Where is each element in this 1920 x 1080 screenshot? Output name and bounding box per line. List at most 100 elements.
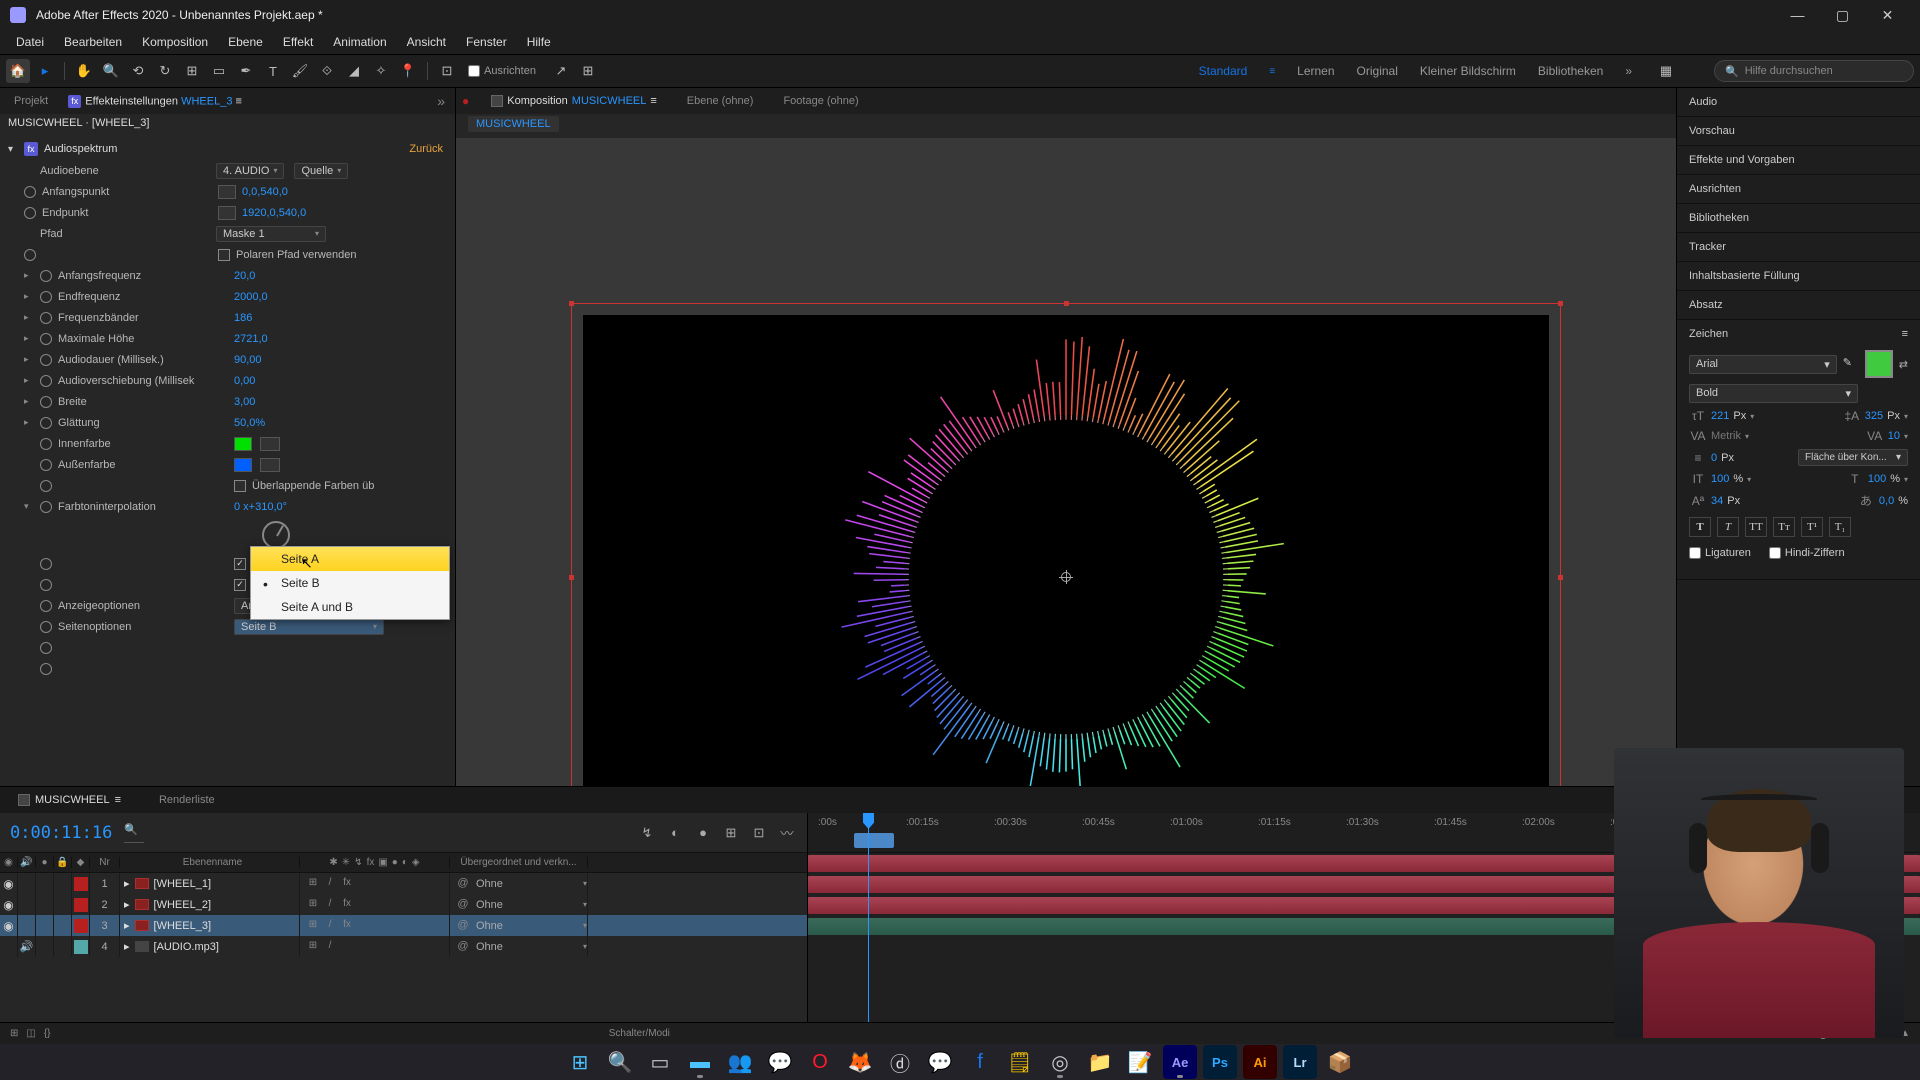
motion-blur-icon[interactable]: ● [693, 823, 713, 843]
col-parent[interactable]: Übergeordnet und verkn... [450, 857, 588, 868]
minimize-button[interactable]: — [1775, 7, 1820, 23]
lightroom-icon[interactable]: Lr [1283, 1045, 1317, 1079]
col-solo-icon[interactable]: ● [36, 857, 54, 868]
eraser-tool[interactable]: ◢ [342, 59, 366, 83]
playhead[interactable] [868, 813, 869, 1022]
panel-effekte[interactable]: Effekte und Vorgaben [1677, 146, 1920, 175]
lock-icon[interactable]: ● [462, 94, 469, 108]
maxheight-value[interactable]: 2721,0 [234, 333, 268, 345]
tracking-value[interactable]: 10 [1888, 430, 1900, 442]
stopwatch-extra1[interactable] [40, 642, 52, 654]
task-view-button[interactable]: ▭ [643, 1045, 677, 1079]
stopwatch-startfreq[interactable] [40, 270, 52, 282]
workspace-lernen[interactable]: Lernen [1297, 64, 1334, 78]
col-eye-icon[interactable]: ◉ [0, 857, 18, 868]
stopwatch-maxheight[interactable] [40, 333, 52, 345]
stroke-value[interactable]: 0 [1711, 452, 1717, 464]
stopwatch-audiooffset[interactable] [40, 375, 52, 387]
startpoint-value[interactable]: 0,0,540,0 [242, 186, 288, 198]
tab-effect-controls[interactable]: fxEffekteinstellungen WHEEL_3 ≡ [58, 91, 252, 112]
parent-dropdown[interactable]: Ohne [476, 878, 503, 890]
stopwatch-hue[interactable] [40, 501, 52, 513]
stopwatch-startpoint[interactable] [24, 186, 36, 198]
tab-project[interactable]: Projekt [4, 91, 58, 111]
bands-value[interactable]: 186 [234, 312, 252, 324]
menu-fenster[interactable]: Fenster [456, 32, 517, 52]
visibility-toggle[interactable]: ◉ [3, 898, 13, 912]
timeline-search[interactable]: 🔍 [124, 823, 144, 843]
label-color[interactable] [74, 898, 88, 912]
workspace-original[interactable]: Original [1357, 64, 1398, 78]
thickness-value[interactable]: 3,00 [234, 396, 255, 408]
fx-switch[interactable]: / [323, 898, 337, 912]
opera-icon[interactable]: O [803, 1045, 837, 1079]
rotate-tool[interactable]: ↻ [153, 59, 177, 83]
panel-bibliotheken[interactable]: Bibliotheken [1677, 204, 1920, 233]
menu-item-seite-a-und-b[interactable]: Seite A und B [251, 595, 449, 619]
fx-switch[interactable]: / [323, 919, 337, 933]
zoom-tool[interactable]: 🔍 [99, 59, 123, 83]
hindi-checkbox[interactable]: Hindi-Ziffern [1769, 547, 1845, 559]
quality-switch[interactable]: ⊞ [306, 877, 320, 891]
hue-value[interactable]: 0 x+310,0° [234, 501, 287, 513]
startfreq-value[interactable]: 20,0 [234, 270, 255, 282]
explorer-icon[interactable]: ▬ [683, 1045, 717, 1079]
audiodur-value[interactable]: 90,00 [234, 354, 262, 366]
snap-toggle-icon[interactable]: ⊡ [435, 59, 459, 83]
all-caps-button[interactable]: TT [1745, 517, 1767, 537]
toggle-switches-icon[interactable]: ⊞ [10, 1028, 18, 1039]
align-checkbox[interactable]: Ausrichten [468, 65, 536, 77]
pickwhip-icon[interactable]: @ [456, 898, 470, 912]
layer-row[interactable]: ◉3▸[WHEEL_3]⊞/fx@Ohne▾ [0, 915, 807, 936]
graph-toggle-icon[interactable]: 〰 [777, 823, 797, 843]
kerning-value[interactable]: Metrik [1711, 430, 1741, 442]
workspace-standard[interactable]: Standard [1199, 64, 1248, 78]
menu-bearbeiten[interactable]: Bearbeiten [54, 32, 132, 52]
stopwatch-innercolor[interactable] [40, 438, 52, 450]
stopwatch-softness[interactable] [40, 417, 52, 429]
puppet-tool[interactable]: 📍 [396, 59, 420, 83]
toggle-brackets-icon[interactable]: {} [44, 1028, 51, 1039]
label-color[interactable] [74, 877, 88, 891]
panel-ausrichten[interactable]: Ausrichten [1677, 175, 1920, 204]
font-family-dropdown[interactable]: Arial▾ [1689, 355, 1837, 374]
layer-row[interactable]: ◉2▸[WHEEL_2]⊞/fx@Ohne▾ [0, 894, 807, 915]
panel-audio[interactable]: Audio [1677, 88, 1920, 117]
col-nr[interactable]: Nr [90, 857, 120, 868]
eyedropper-icon[interactable] [260, 458, 280, 472]
menu-animation[interactable]: Animation [323, 32, 396, 52]
files-icon[interactable]: 📁 [1083, 1045, 1117, 1079]
whatsapp-icon[interactable]: 💬 [763, 1045, 797, 1079]
footer-label[interactable]: Schalter/Modi [609, 1028, 670, 1039]
audiolayer-dropdown[interactable]: 4. AUDIO▾ [216, 163, 284, 179]
pen-tool[interactable]: ✒ [234, 59, 258, 83]
ligatures-checkbox[interactable]: Ligaturen [1689, 547, 1751, 559]
app-icon[interactable]: 📦 [1323, 1045, 1357, 1079]
menu-item-seite-a[interactable]: Seite A [251, 547, 449, 571]
snap-options-icon[interactable]: ↗ [549, 59, 573, 83]
endfreq-value[interactable]: 2000,0 [234, 291, 268, 303]
stopwatch-endpoint[interactable] [24, 207, 36, 219]
draft3d-icon[interactable]: ⊡ [749, 823, 769, 843]
stopwatch-bands[interactable] [40, 312, 52, 324]
selection-handle[interactable] [569, 301, 574, 306]
selection-handle[interactable] [1558, 301, 1563, 306]
outercolor-swatch[interactable] [234, 458, 252, 472]
audiolayer-source-dropdown[interactable]: Quelle▾ [294, 163, 348, 179]
font-style-dropdown[interactable]: Bold▾ [1689, 384, 1858, 403]
panel-zeichen-title[interactable]: Zeichen [1689, 328, 1728, 340]
panel-absatz[interactable]: Absatz [1677, 291, 1920, 320]
vscale-value[interactable]: 100 [1711, 473, 1729, 485]
stopwatch-polar[interactable] [24, 249, 36, 261]
crosshair-icon[interactable] [218, 185, 236, 199]
text-color-swatch[interactable] [1865, 350, 1893, 378]
visibility-toggle[interactable]: ◉ [3, 919, 13, 933]
stopwatch-audiodur[interactable] [40, 354, 52, 366]
rect-tool[interactable]: ▭ [207, 59, 231, 83]
polar-checkbox[interactable] [218, 249, 230, 261]
stopwatch-display[interactable] [40, 600, 52, 612]
hand-tool[interactable]: ✋ [72, 59, 96, 83]
menu-datei[interactable]: Datei [6, 32, 54, 52]
anchor-point-icon[interactable] [1059, 570, 1073, 584]
layer-row[interactable]: ◉1▸[WHEEL_1]⊞/fx@Ohne▾ [0, 873, 807, 894]
